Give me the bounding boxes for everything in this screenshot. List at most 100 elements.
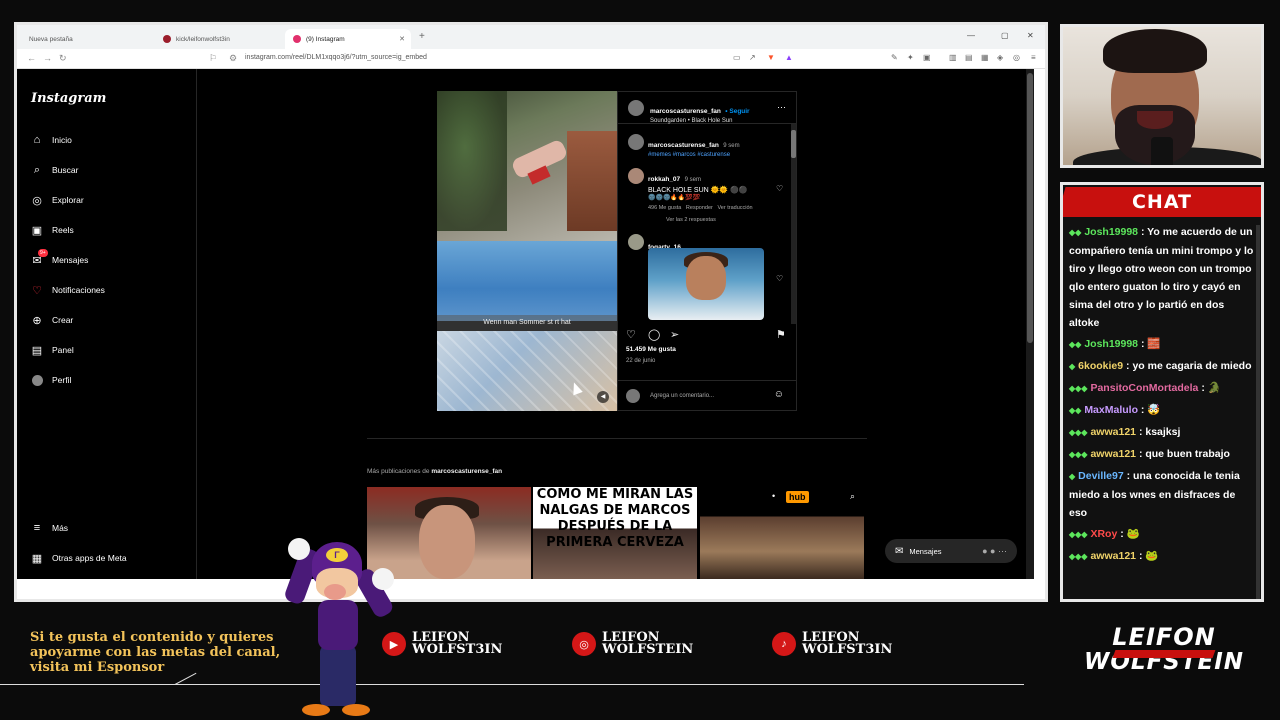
cast-icon[interactable]: ▭ xyxy=(733,53,741,62)
chat-text: : 🧱 xyxy=(1140,338,1161,350)
minimize-button[interactable]: — xyxy=(967,31,975,40)
nav-explorar[interactable]: ◎ Explorar xyxy=(30,193,83,207)
chat-username[interactable]: Deville97 xyxy=(1078,470,1124,482)
chat-username[interactable]: Josh19998 xyxy=(1084,226,1138,238)
chat-scrollbar[interactable] xyxy=(1256,225,1260,599)
forward-icon[interactable]: → xyxy=(43,53,52,63)
puzzle-icon[interactable]: ✦ xyxy=(907,53,914,62)
view-replies-button[interactable]: Ver las 2 respuestas xyxy=(648,217,778,223)
tab-kick[interactable]: kick/leifonwolfst3in xyxy=(155,29,285,49)
reply-button[interactable]: Responder xyxy=(686,205,713,211)
maximize-button[interactable]: ▢ xyxy=(1001,31,1009,40)
nav-meta-apps[interactable]: ▦ Otras apps de Meta xyxy=(30,551,127,565)
chat-username[interactable]: awwa121 xyxy=(1090,448,1136,460)
follow-button[interactable]: • Seguir xyxy=(725,108,749,115)
instagram-logo[interactable]: Instagram xyxy=(31,91,106,106)
nav-panel[interactable]: ▤ Panel xyxy=(30,343,74,357)
more-post-3[interactable]: • hub ⌕ xyxy=(700,487,864,579)
new-tab-button[interactable]: + xyxy=(419,31,425,42)
nav-mensajes[interactable]: ✉ 9+ Mensajes xyxy=(30,249,88,267)
hub-logo: hub xyxy=(786,491,809,503)
comment-likes: 496 Me gusta xyxy=(648,205,682,211)
comment-avatar[interactable] xyxy=(628,168,644,184)
author-username[interactable]: marcoscasturense_fan xyxy=(650,108,721,115)
chat-badges-icon: ◆◆ xyxy=(1069,340,1082,349)
save-icon[interactable]: ⚑ xyxy=(776,328,786,341)
panel-icon: ▤ xyxy=(31,344,43,357)
chat-message: ◆◆◆ awwa121 : ksajksj xyxy=(1069,423,1255,442)
comment-input[interactable]: Agrega un comentario... xyxy=(650,393,714,399)
tab-bar: Nueva pestaña kick/leifonwolfst3in (9) I… xyxy=(17,25,1045,49)
menu-icon[interactable]: ≡ xyxy=(1031,53,1036,62)
chat-username[interactable]: Josh19998 xyxy=(1084,338,1138,350)
social-line: WOLFST3IN xyxy=(802,642,893,657)
nav-inicio[interactable]: ⌂ Inicio xyxy=(30,133,72,147)
page-scrollbar[interactable] xyxy=(1026,69,1034,579)
instagram-icon: ◎ xyxy=(572,632,596,656)
webcam-feed xyxy=(1060,24,1264,168)
emoji-icon[interactable]: ☺ xyxy=(774,389,784,400)
messages-pill[interactable]: ✉ Mensajes ● ● ⋯ xyxy=(885,539,1017,563)
reel-video[interactable]: Wenn man Sommer st rt hat ◀ xyxy=(437,91,617,411)
chat-username[interactable]: 6kookie9 xyxy=(1078,360,1123,372)
mascot-shoe xyxy=(302,704,330,716)
like-comment-icon[interactable]: ♡ xyxy=(776,274,783,283)
vpn-icon[interactable]: ◎ xyxy=(1013,53,1020,62)
translate-button[interactable]: Ver traducción xyxy=(717,205,752,211)
meme-line: DESPUÉS DE LA xyxy=(557,519,673,534)
nav-crear[interactable]: ⊕ Crear xyxy=(30,313,73,327)
share-icon[interactable]: ↗ xyxy=(749,53,756,62)
tab-new[interactable]: Nueva pestaña xyxy=(21,29,151,49)
tab-instagram[interactable]: (9) Instagram ✕ xyxy=(285,29,411,49)
url-input[interactable]: instagram.com/reel/DLM1xqqo3j6/?utm_sour… xyxy=(245,54,427,61)
extension-icon[interactable]: ✎ xyxy=(891,53,898,62)
wallet-icon[interactable]: ◈ xyxy=(997,53,1003,62)
chat-username[interactable]: MaxMalulo xyxy=(1084,404,1138,416)
comments-scrollbar[interactable] xyxy=(791,124,796,324)
site-info-icon[interactable]: ⚙ xyxy=(229,53,237,64)
more-post-2[interactable]: COMO ME MIRAN LAS NALGAS DE MARCOS DESPU… xyxy=(533,487,697,579)
nav-buscar[interactable]: ⌕ Buscar xyxy=(30,163,79,177)
chat-username[interactable]: awwa121 xyxy=(1090,426,1136,438)
like-comment-icon[interactable]: ♡ xyxy=(776,184,783,193)
brave-shield-icon[interactable]: ▼ xyxy=(767,53,775,62)
reload-icon[interactable]: ↻ xyxy=(59,53,67,64)
nav-label: Otras apps de Meta xyxy=(52,553,127,563)
bookmark-icon[interactable]: ⚐ xyxy=(209,53,217,64)
chat-username[interactable]: PansitoConMortadela xyxy=(1090,382,1198,394)
share-icon[interactable]: ➢ xyxy=(670,328,679,341)
comment-username[interactable]: rokkah_07 xyxy=(648,176,680,183)
profile-avatar-icon xyxy=(30,373,44,387)
screenshot-icon[interactable]: ▣ xyxy=(923,53,931,62)
comment-icon[interactable]: ◯ xyxy=(648,328,660,341)
caption-avatar[interactable] xyxy=(628,134,644,150)
nav-reels[interactable]: ▣ Reels xyxy=(30,223,74,237)
rewards-icon[interactable]: ▲ xyxy=(785,53,793,62)
comment-avatar[interactable] xyxy=(628,234,644,250)
nav-perfil[interactable]: Perfil xyxy=(30,373,71,387)
like-count[interactable]: 51.459 Me gusta xyxy=(626,346,676,353)
mute-icon[interactable]: ◀ xyxy=(597,391,609,403)
comment-emojis: 🌚🌚🌚🔥🔥💯💯 xyxy=(648,195,701,201)
close-tab-icon[interactable]: ✕ xyxy=(399,35,405,43)
more-options-icon[interactable]: ⋯ xyxy=(777,102,786,113)
sidebar-icon[interactable]: ▤ xyxy=(965,53,973,62)
author-avatar[interactable] xyxy=(628,100,644,116)
banner-divider xyxy=(0,684,1024,685)
more-username[interactable]: marcoscasturense_fan xyxy=(431,468,502,475)
back-icon[interactable]: ← xyxy=(27,53,36,63)
nav-mas[interactable]: ≡ Más xyxy=(30,521,68,535)
chat-username[interactable]: awwa121 xyxy=(1090,550,1136,562)
caption-username[interactable]: marcoscasturense_fan xyxy=(648,142,719,149)
tabs-icon[interactable]: ▦ xyxy=(981,53,989,62)
scroll-thumb[interactable] xyxy=(1027,73,1033,343)
meme-line: COMO ME MIRAN LAS xyxy=(536,487,694,502)
nav-notificaciones[interactable]: ♡ Notificaciones xyxy=(30,283,105,297)
sponsor-text: Si te gusta el contenido y quieres apoya… xyxy=(30,630,280,675)
social-line: WOLFST3IN xyxy=(412,642,503,657)
close-window-button[interactable]: ✕ xyxy=(1027,31,1034,40)
library-icon[interactable]: ▥ xyxy=(949,53,957,62)
like-icon[interactable]: ♡ xyxy=(626,328,636,341)
caption-tags[interactable]: #memes #marcos #casturense xyxy=(648,152,740,158)
chat-username[interactable]: XRoy xyxy=(1090,528,1117,540)
